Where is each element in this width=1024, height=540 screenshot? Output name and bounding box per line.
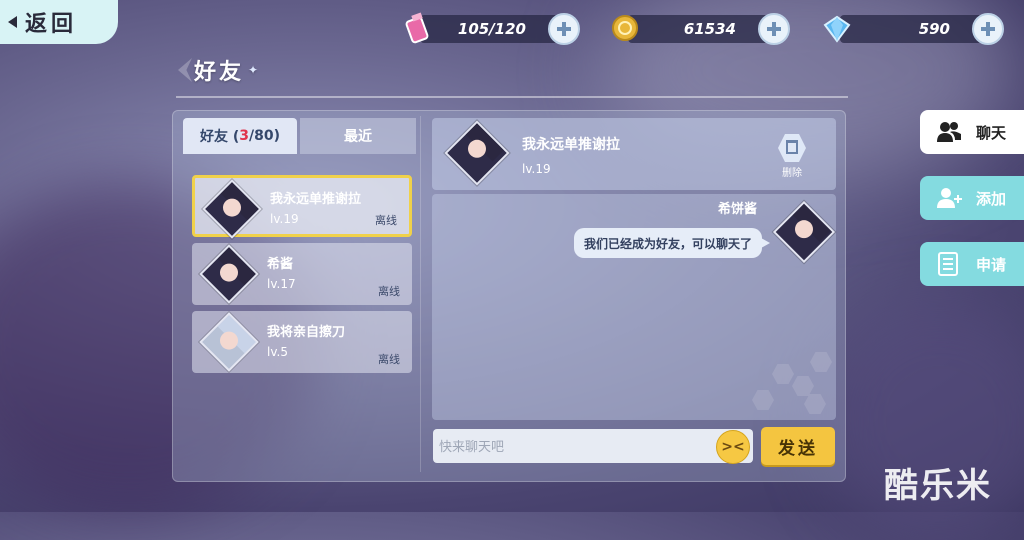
friend-row[interactable]: 我永远单推谢拉 lv.19 离线	[192, 175, 412, 239]
message-sender-avatar	[772, 200, 836, 264]
side-tab-label: 申请	[976, 256, 1007, 274]
gold-coin-icon	[612, 15, 638, 41]
avatar	[202, 179, 262, 239]
sparkle-icon: ✦	[248, 63, 262, 77]
people-icon	[937, 122, 961, 142]
add-stamina-button[interactable]	[548, 13, 580, 45]
crystal-value: 590	[918, 20, 950, 38]
friend-count: 3	[239, 128, 250, 144]
side-tab-label: 添加	[976, 190, 1007, 208]
emoji-face: ><	[721, 439, 745, 455]
stamina-value: 105/120	[457, 20, 526, 38]
chat-partner-level: lv.19	[522, 162, 551, 176]
page-title: 好友 ✦	[178, 52, 261, 88]
stamina-bottle-icon	[405, 12, 429, 44]
message-sender: 希饼酱	[718, 202, 758, 217]
friend-name: 我永远单推谢拉	[270, 192, 362, 207]
send-label: 发送	[778, 438, 818, 459]
title-chevron-icon	[178, 58, 192, 82]
stamina-counter: 105/120	[405, 12, 580, 45]
watermark-logo: 酷乐米	[884, 466, 992, 506]
send-button[interactable]: 发送	[761, 427, 835, 465]
tab-friends[interactable]: 好友 ( 3 /80)	[183, 118, 297, 154]
chat-header: 我永远单推谢拉 lv.19 删除	[432, 118, 836, 190]
add-user-icon	[937, 188, 962, 208]
tab-friends-label: 好友 (	[199, 129, 240, 145]
friend-level: lv.19	[270, 212, 299, 226]
add-crystal-button[interactable]	[972, 13, 1004, 45]
add-gold-button[interactable]	[758, 13, 790, 45]
tab-recent-label: 最近	[344, 129, 372, 145]
avatar	[199, 244, 259, 304]
title-divider	[176, 96, 848, 98]
side-tab-label: 聊天	[976, 124, 1007, 142]
chat-partner-avatar[interactable]	[444, 120, 510, 186]
chat-input-box	[433, 429, 753, 465]
side-tab-requests[interactable]: 申请	[920, 242, 1024, 286]
gold-value: 61534	[683, 20, 736, 38]
friend-status: 离线	[375, 214, 397, 227]
message-text: 我们已经成为好友，可以聊天了	[584, 236, 753, 251]
chat-input[interactable]	[437, 429, 711, 465]
delete-label: 删除	[782, 168, 802, 179]
friend-name: 我将亲自擦刀	[267, 325, 346, 340]
side-tab-add[interactable]: 添加	[920, 176, 1024, 220]
back-arrow-icon	[8, 16, 17, 28]
back-label: 返回	[25, 12, 78, 37]
friend-row[interactable]: 我将亲自擦刀 lv.5 离线	[192, 311, 412, 373]
friend-level: lv.5	[267, 345, 288, 359]
crystal-counter: 590	[823, 13, 1004, 45]
back-button[interactable]: 返回	[0, 0, 118, 44]
gold-counter: 61534	[612, 13, 790, 45]
emoji-icon[interactable]: ><	[716, 430, 750, 464]
page-title-text: 好友	[194, 60, 245, 85]
crystal-icon	[823, 15, 851, 43]
tab-recent[interactable]: 最近	[300, 118, 416, 154]
friend-status: 离线	[378, 285, 400, 298]
friend-max: /80)	[249, 128, 281, 144]
friend-name: 希酱	[267, 257, 294, 272]
friend-level: lv.17	[267, 277, 296, 291]
friend-status: 离线	[378, 353, 400, 366]
side-tab-chat[interactable]: 聊天	[920, 110, 1024, 154]
avatar	[199, 312, 259, 372]
friend-row[interactable]: 希酱 lv.17 离线	[192, 243, 412, 305]
delete-friend-button[interactable]: 删除	[774, 132, 810, 179]
request-list-icon	[938, 252, 958, 276]
message-bubble: 我们已经成为好友，可以聊天了	[574, 228, 771, 258]
chat-partner-name: 我永远单推谢拉	[522, 137, 620, 153]
